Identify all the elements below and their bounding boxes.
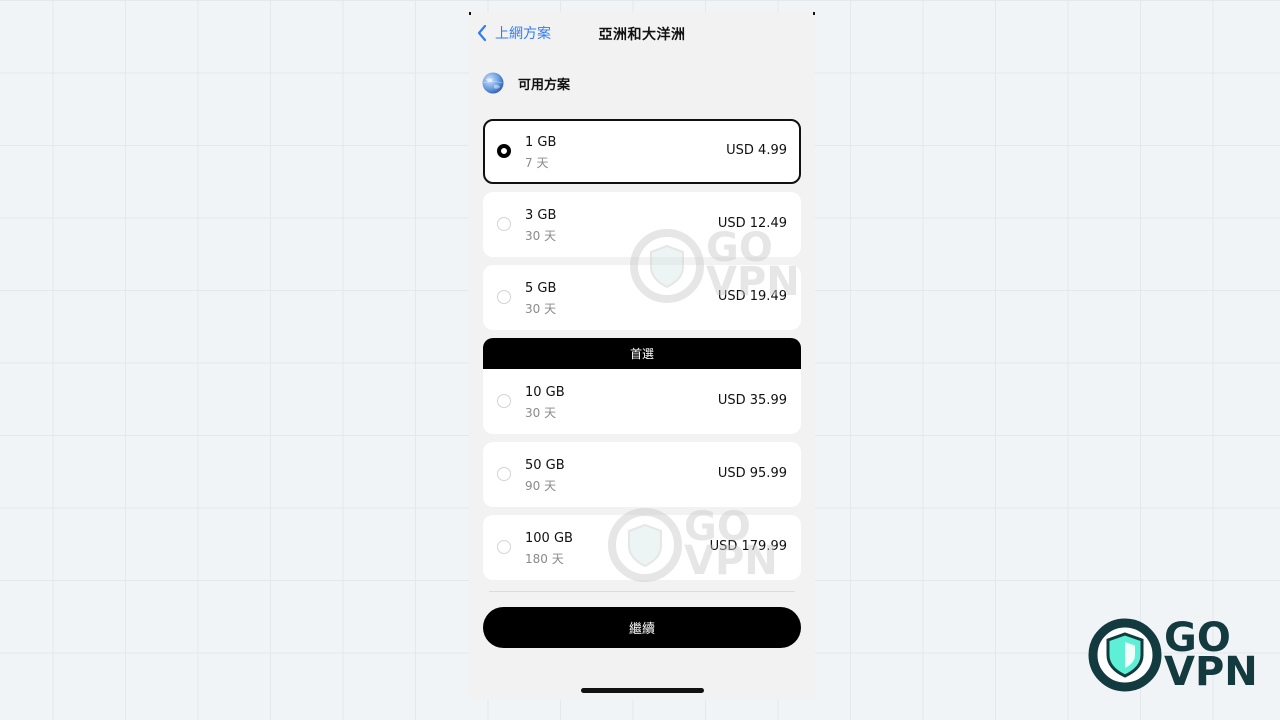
brand-text-line2: VPN xyxy=(1164,649,1258,695)
plan-size: 10 GB xyxy=(525,385,565,400)
plan-price: USD 35.99 xyxy=(717,393,787,408)
radio-unselected[interactable] xyxy=(497,217,511,231)
plan-card-3gb[interactable]: 3 GB 30 天 USD 12.49 xyxy=(483,192,801,257)
plan-duration: 180 天 xyxy=(525,552,564,566)
radio-unselected[interactable] xyxy=(497,540,511,554)
plans-header: 可用方案 xyxy=(482,72,570,94)
plan-duration: 30 天 xyxy=(525,302,557,316)
plan-size: 3 GB xyxy=(525,208,557,223)
radio-unselected[interactable] xyxy=(497,394,511,408)
plan-price: USD 19.49 xyxy=(717,289,787,304)
available-plans-label: 可用方案 xyxy=(518,77,571,93)
radio-selected[interactable] xyxy=(497,144,511,158)
navigation-bar: 上網方案 亞洲和大洋洲 xyxy=(469,12,815,56)
page-title: 亞洲和大洋洲 xyxy=(598,27,686,43)
plan-price: USD 12.49 xyxy=(717,216,787,231)
plan-price: USD 4.99 xyxy=(726,143,787,158)
plan-size: 100 GB xyxy=(525,531,573,546)
plan-card-50gb[interactable]: 50 GB 90 天 USD 95.99 xyxy=(483,442,801,507)
plan-duration: 7 天 xyxy=(525,156,549,170)
plan-card-10gb[interactable]: 10 GB 30 天 USD 35.99 xyxy=(483,369,801,434)
plan-price: USD 179.99 xyxy=(709,539,787,554)
plan-price: USD 95.99 xyxy=(717,466,787,481)
phone-screen: 上網方案 亞洲和大洋洲 可用方案 1 GB 7 天 USD 4.99 3 GB … xyxy=(469,12,815,700)
globe-icon xyxy=(482,72,504,94)
continue-button[interactable]: 繼續 xyxy=(483,607,801,648)
plan-card-100gb[interactable]: 100 GB 180 天 USD 179.99 xyxy=(483,515,801,580)
radio-unselected[interactable] xyxy=(497,290,511,304)
divider xyxy=(489,591,795,592)
shield-icon xyxy=(1088,618,1162,692)
plan-size: 50 GB xyxy=(525,458,565,473)
plan-size: 1 GB xyxy=(525,135,557,150)
plan-duration: 30 天 xyxy=(525,406,557,420)
brand-logo: GO VPN xyxy=(1088,618,1258,696)
plan-size: 5 GB xyxy=(525,281,557,296)
radio-unselected[interactable] xyxy=(497,467,511,481)
home-indicator xyxy=(581,688,704,693)
featured-banner: 首選 xyxy=(483,338,801,371)
plan-duration: 30 天 xyxy=(525,229,557,243)
plan-card-1gb[interactable]: 1 GB 7 天 USD 4.99 xyxy=(483,119,801,184)
plan-card-5gb[interactable]: 5 GB 30 天 USD 19.49 xyxy=(483,265,801,330)
plan-duration: 90 天 xyxy=(525,479,557,493)
